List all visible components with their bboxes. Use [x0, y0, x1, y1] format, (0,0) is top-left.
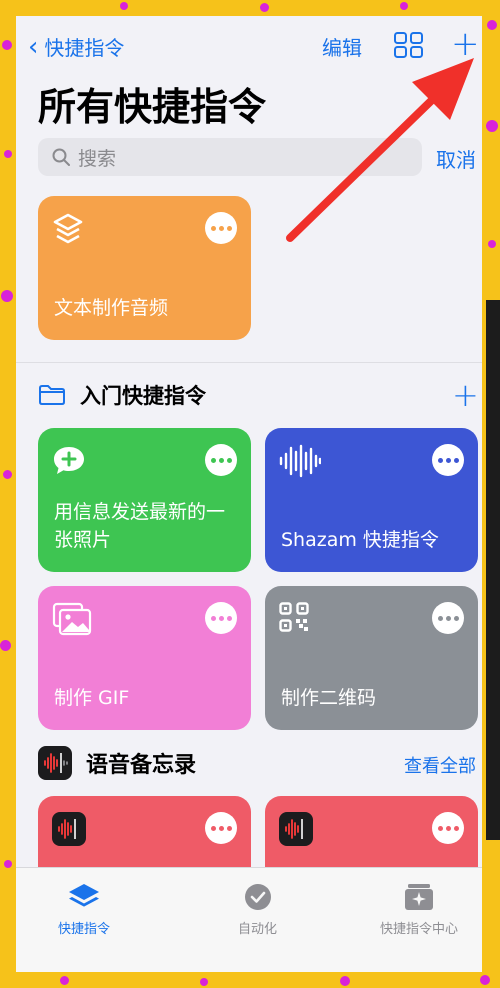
qr-code-icon — [279, 602, 309, 632]
layers-icon — [69, 884, 99, 907]
more-button[interactable] — [432, 444, 464, 476]
shortcut-label: 制作二维码 — [281, 687, 377, 709]
confetti-dot — [4, 150, 12, 158]
voice-memos-header: 语音备忘录 — [38, 746, 196, 780]
folder-header[interactable]: 入门快捷指令 — [38, 380, 206, 410]
confetti-dot — [340, 976, 350, 986]
tab-gallery[interactable]: 快捷指令中心 — [380, 882, 458, 937]
back-button[interactable]: ‹ 快捷指令 — [28, 32, 124, 61]
add-to-folder-button[interactable]: + — [452, 376, 479, 414]
confetti-dot — [480, 975, 490, 985]
photos-icon — [52, 602, 92, 636]
more-button[interactable] — [205, 212, 237, 244]
confetti-dot — [2, 40, 12, 50]
confetti-dot — [3, 470, 12, 479]
confetti-dot — [260, 3, 269, 12]
phone-screen: ‹ 快捷指令 编辑 + 所有快捷指令 搜索 取消 文本制作音频 入门快捷指令 +… — [16, 16, 482, 972]
voice-memos-icon — [52, 812, 86, 846]
folder-icon — [39, 385, 65, 405]
more-button[interactable] — [205, 812, 237, 844]
back-label: 快捷指令 — [44, 36, 125, 60]
message-plus-icon — [54, 447, 84, 474]
more-button[interactable] — [432, 812, 464, 844]
confetti-dot — [488, 240, 496, 248]
chevron-left-icon: ‹ — [28, 31, 39, 62]
confetti-dot — [487, 20, 497, 30]
edit-button[interactable]: 编辑 — [322, 32, 362, 61]
top-nav: ‹ 快捷指令 编辑 + — [16, 16, 482, 76]
section-divider — [16, 362, 482, 363]
shortcut-tile-make-gif[interactable]: 制作 GIF — [38, 586, 251, 730]
shortcut-tile-send-latest-photo[interactable]: 用信息发送最新的一张照片 — [38, 428, 251, 572]
shortcut-label: 制作 GIF — [54, 687, 130, 709]
confetti-dot — [4, 860, 12, 868]
shortcut-label: Shazam 快捷指令 — [281, 529, 439, 551]
more-button[interactable] — [432, 602, 464, 634]
shortcut-label: 用信息发送最新的一张照片 — [54, 501, 226, 551]
clock-check-icon — [244, 884, 271, 910]
search-placeholder: 搜索 — [78, 147, 117, 170]
confetti-dot — [1, 290, 13, 302]
confetti-dot — [120, 2, 128, 10]
search-input[interactable]: 搜索 — [38, 138, 422, 176]
more-button[interactable] — [205, 444, 237, 476]
search-icon — [52, 148, 70, 166]
waveform-icon — [279, 444, 321, 478]
confetti-dot — [60, 976, 69, 985]
voice-memos-icon — [279, 812, 313, 846]
stack-layers-icon — [53, 213, 83, 244]
sparkle-gallery-icon — [405, 884, 433, 910]
voice-memos-app-icon — [38, 746, 72, 780]
tab-shortcuts[interactable]: 快捷指令 — [58, 882, 110, 937]
background-edge — [486, 300, 500, 840]
tab-bar: 快捷指令 自动化 快捷指令中心 — [16, 867, 482, 972]
confetti-dot — [400, 2, 408, 10]
confetti-dot — [0, 640, 11, 651]
cancel-button[interactable]: 取消 — [436, 144, 476, 173]
shortcut-tile-text-to-audio[interactable]: 文本制作音频 — [38, 196, 251, 340]
section-title: 语音备忘录 — [86, 753, 197, 778]
tab-label: 自动化 — [238, 922, 278, 937]
see-all-button[interactable]: 查看全部 — [404, 752, 476, 778]
confetti-dot — [200, 978, 208, 986]
more-button[interactable] — [205, 602, 237, 634]
page-title: 所有快捷指令 — [38, 85, 267, 129]
shortcut-tile-make-qr-code[interactable]: 制作二维码 — [265, 586, 478, 730]
confetti-dot — [486, 120, 498, 132]
section-title: 入门快捷指令 — [80, 384, 206, 408]
tab-automation[interactable]: 自动化 — [238, 882, 277, 937]
tab-label: 快捷指令 — [58, 922, 111, 937]
tab-label: 快捷指令中心 — [380, 922, 459, 937]
grid-view-icon[interactable] — [394, 32, 424, 58]
shortcut-label: 文本制作音频 — [54, 297, 169, 319]
add-shortcut-button[interactable]: + — [451, 24, 480, 64]
shortcut-tile-shazam[interactable]: Shazam 快捷指令 — [265, 428, 478, 572]
